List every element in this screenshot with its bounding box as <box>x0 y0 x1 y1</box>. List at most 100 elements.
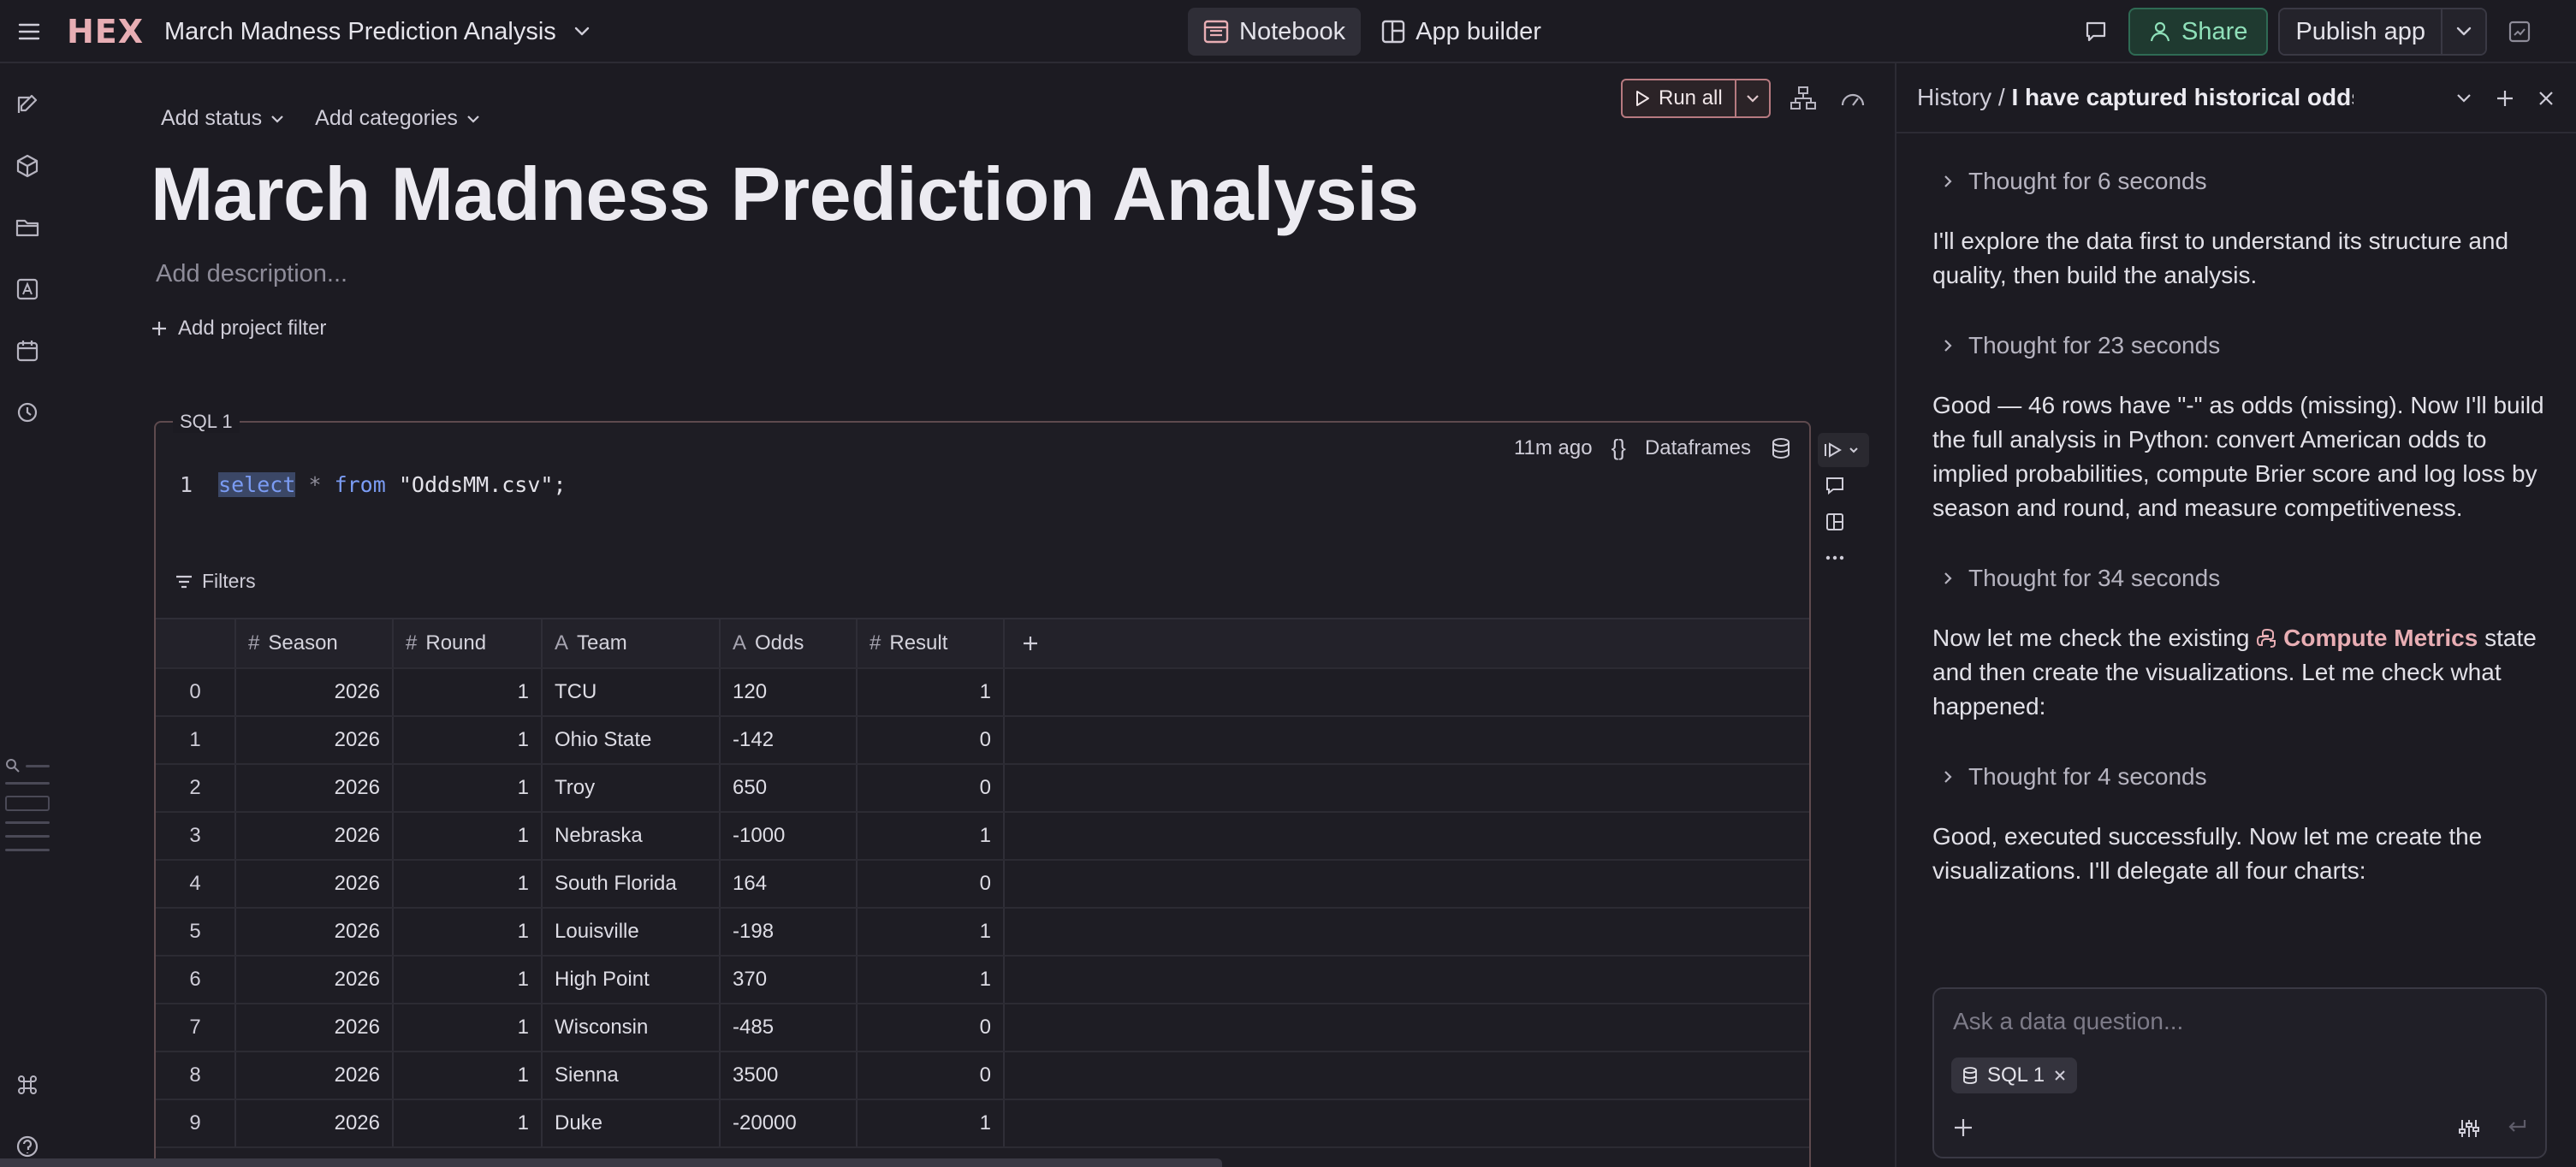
context-chip[interactable]: SQL 1 <box>1951 1057 2078 1093</box>
cell-team[interactable]: Ohio State <box>543 717 721 763</box>
help-icon[interactable] <box>12 1131 43 1162</box>
cell-round[interactable]: 1 <box>394 717 543 763</box>
cell-team[interactable]: Duke <box>543 1100 721 1146</box>
cell-round[interactable]: 1 <box>394 813 543 859</box>
cell-season[interactable]: 2026 <box>236 861 394 907</box>
cell-result[interactable]: 1 <box>858 957 1005 1003</box>
thought-toggle[interactable]: Thought for 4 seconds <box>1932 753 2566 801</box>
notebook-title[interactable]: March Madness Prediction Analysis <box>151 151 1419 238</box>
table-row[interactable]: 2 2026 1 Troy 650 0 <box>156 765 1809 813</box>
cell-odds[interactable]: -485 <box>721 1004 858 1051</box>
cell-result[interactable]: 1 <box>858 909 1005 955</box>
cell-odds[interactable]: -198 <box>721 909 858 955</box>
chevron-down-icon[interactable] <box>2449 79 2478 118</box>
outline-minimap[interactable] <box>5 758 53 862</box>
app-layout-icon[interactable] <box>1818 505 1852 539</box>
cell-result[interactable]: 1 <box>858 813 1005 859</box>
cell-result[interactable]: 0 <box>858 861 1005 907</box>
edit-icon[interactable] <box>12 89 43 120</box>
project-title-dropdown[interactable]: March Madness Prediction Analysis <box>164 0 591 63</box>
hex-logo[interactable]: HEX <box>67 0 144 63</box>
table-row[interactable]: 6 2026 1 High Point 370 1 <box>156 957 1809 1004</box>
cell-team[interactable]: Sienna <box>543 1052 721 1099</box>
cell-odds[interactable]: 120 <box>721 669 858 715</box>
panel-layout-icon[interactable] <box>2497 9 2542 54</box>
cell-season[interactable]: 2026 <box>236 909 394 955</box>
run-cell-button[interactable] <box>1818 433 1869 467</box>
run-all-button[interactable]: Run all <box>1623 80 1735 116</box>
cell-round[interactable]: 1 <box>394 765 543 811</box>
cell-season[interactable]: 2026 <box>236 765 394 811</box>
cell-team[interactable]: Wisconsin <box>543 1004 721 1051</box>
cell-season[interactable]: 2026 <box>236 957 394 1003</box>
cell-team[interactable]: High Point <box>543 957 721 1003</box>
table-row[interactable]: 7 2026 1 Wisconsin -485 0 <box>156 1004 1809 1052</box>
cell-season[interactable]: 2026 <box>236 1004 394 1051</box>
cell-odds[interactable]: -142 <box>721 717 858 763</box>
send-icon[interactable] <box>2506 1117 2528 1140</box>
cell-round[interactable]: 1 <box>394 1004 543 1051</box>
cell-odds[interactable]: -1000 <box>721 813 858 859</box>
cell-season[interactable]: 2026 <box>236 813 394 859</box>
add-categories-button[interactable]: Add categories <box>315 106 480 131</box>
speed-gauge-icon[interactable] <box>1836 81 1870 116</box>
run-options-button[interactable] <box>1734 80 1769 116</box>
cell-team[interactable]: Louisville <box>543 909 721 955</box>
add-project-filter-button[interactable]: Add project filter <box>151 317 326 341</box>
cell-label[interactable]: SQL 1 <box>173 411 240 433</box>
cell-team[interactable]: South Florida <box>543 861 721 907</box>
table-row[interactable]: 5 2026 1 Louisville -198 1 <box>156 909 1809 957</box>
share-button[interactable]: Share <box>2128 8 2269 56</box>
tab-notebook[interactable]: Notebook <box>1188 8 1362 56</box>
close-icon[interactable] <box>2531 79 2561 118</box>
column-header-round[interactable]: # Round <box>394 619 543 667</box>
calendar-icon[interactable] <box>12 335 43 366</box>
cell-odds[interactable]: 164 <box>721 861 858 907</box>
cell-season[interactable]: 2026 <box>236 717 394 763</box>
variables-icon[interactable] <box>12 274 43 305</box>
close-icon[interactable] <box>2053 1069 2067 1082</box>
cell-round[interactable]: 1 <box>394 1052 543 1099</box>
cell-round[interactable]: 1 <box>394 669 543 715</box>
cell-odds[interactable]: 650 <box>721 765 858 811</box>
cell-odds[interactable]: 3500 <box>721 1052 858 1099</box>
add-context-icon[interactable] <box>1951 1116 1975 1140</box>
add-column-button[interactable] <box>1005 619 1056 667</box>
folder-icon[interactable] <box>12 212 43 243</box>
table-row[interactable]: 4 2026 1 South Florida 164 0 <box>156 861 1809 909</box>
cell-team[interactable]: Nebraska <box>543 813 721 859</box>
cell-reference-link[interactable]: Compute Metrics <box>2283 625 2478 651</box>
cell-season[interactable]: 2026 <box>236 669 394 715</box>
description-field[interactable]: Add description... <box>156 260 347 288</box>
cell-team[interactable]: TCU <box>543 669 721 715</box>
cell-result[interactable]: 0 <box>858 765 1005 811</box>
table-row[interactable]: 0 2026 1 TCU 120 1 <box>156 669 1809 717</box>
chat-input[interactable]: Ask a data question... <box>1953 1008 2183 1035</box>
cell-result[interactable]: 0 <box>858 1004 1005 1051</box>
table-row[interactable]: 3 2026 1 Nebraska -1000 1 <box>156 813 1809 861</box>
database-icon[interactable] <box>1770 436 1792 460</box>
braces-icon[interactable]: {} <box>1611 435 1626 461</box>
cube-icon[interactable] <box>12 151 43 181</box>
history-icon[interactable] <box>12 397 43 428</box>
cell-result[interactable]: 0 <box>858 1052 1005 1099</box>
thread-title[interactable]: I have captured historical odds on N... <box>2011 84 2353 110</box>
thought-toggle[interactable]: Thought for 34 seconds <box>1932 554 2566 602</box>
thought-toggle[interactable]: Thought for 23 seconds <box>1932 322 2566 370</box>
cell-odds[interactable]: -20000 <box>721 1100 858 1146</box>
history-link[interactable]: History <box>1917 84 1991 110</box>
cell-odds[interactable]: 370 <box>721 957 858 1003</box>
cell-round[interactable]: 1 <box>394 1100 543 1146</box>
output-type-selector[interactable]: Dataframes <box>1645 436 1751 460</box>
cell-round[interactable]: 1 <box>394 861 543 907</box>
table-row[interactable]: 1 2026 1 Ohio State -142 0 <box>156 717 1809 765</box>
table-row[interactable]: 8 2026 1 Sienna 3500 0 <box>156 1052 1809 1100</box>
column-header-odds[interactable]: A Odds <box>721 619 858 667</box>
thought-toggle[interactable]: Thought for 6 seconds <box>1932 157 2566 205</box>
comment-cell-icon[interactable] <box>1818 469 1852 503</box>
cell-round[interactable]: 1 <box>394 909 543 955</box>
graph-view-icon[interactable] <box>1786 81 1820 116</box>
sql-cell[interactable]: SQL 1 11m ago {} Dataframes 1 select * f… <box>154 411 1811 1167</box>
cell-result[interactable]: 0 <box>858 717 1005 763</box>
add-status-button[interactable]: Add status <box>161 106 284 131</box>
